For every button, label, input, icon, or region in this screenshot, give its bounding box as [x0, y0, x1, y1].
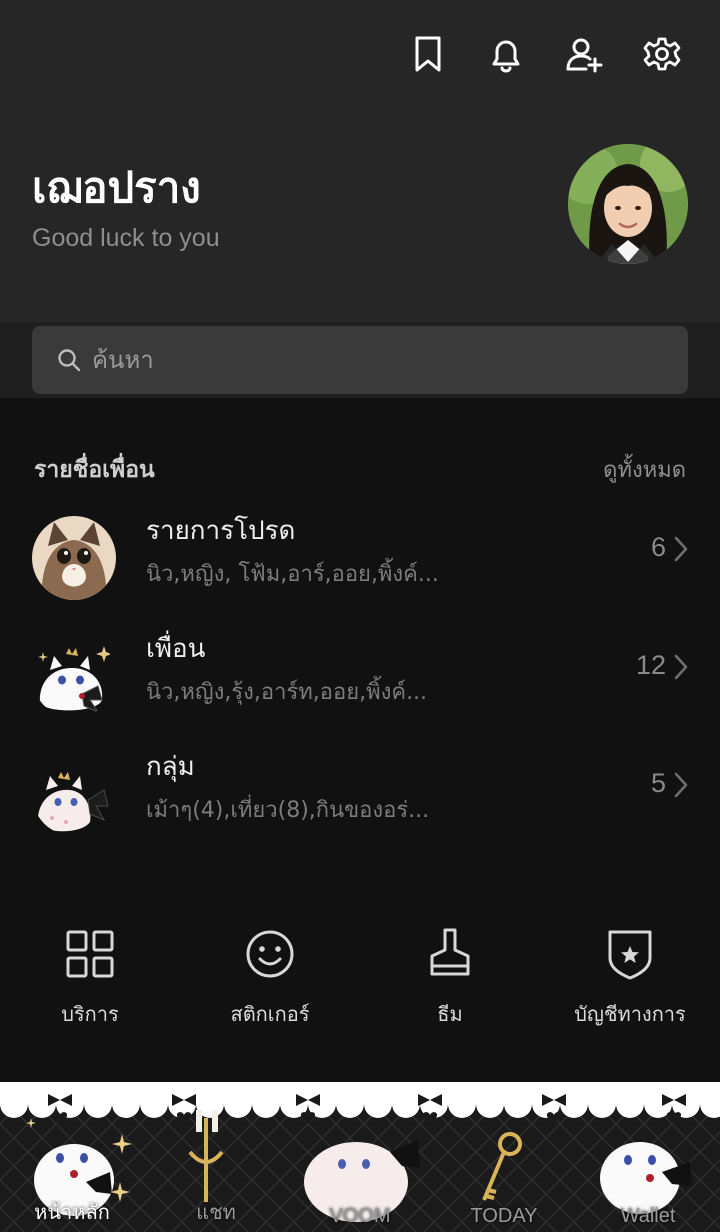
row-title: เพื่อน	[146, 634, 206, 664]
profile-name[interactable]: เฌอปราง	[32, 160, 201, 216]
search-icon	[58, 349, 81, 372]
groups-avatar	[32, 752, 116, 836]
row-count: 6	[650, 532, 666, 562]
row-subtitle: นิว,หญิง, โฟ้ม,อาร์,ออย,พิ้งค์...	[146, 562, 439, 587]
search-box[interactable]	[32, 326, 688, 394]
header-icons	[406, 32, 684, 76]
chevron-right-icon	[674, 536, 688, 562]
smiley-icon	[246, 930, 294, 978]
friends-row-groups[interactable]: กลุ่ม เม้าๆ(4),เที่ยว(8),กินของอร่... 5	[0, 740, 720, 850]
friends-row-favorites[interactable]: รายการโปรด นิว,หญิง, โฟ้ม,อาร์,ออย,พิ้งค…	[0, 504, 720, 614]
search-input[interactable]	[92, 346, 652, 374]
search-bar	[0, 322, 720, 398]
favorites-avatar	[32, 516, 116, 600]
bookmark-icon[interactable]	[406, 32, 450, 76]
profile-header: เฌอปราง Good luck to you	[0, 0, 720, 322]
tab-chats[interactable]: แชท	[146, 1196, 286, 1228]
grid-icon	[66, 930, 114, 978]
tab-voom[interactable]: VOOM	[290, 1205, 430, 1228]
see-all-link[interactable]: ดูทั้งหมด	[603, 452, 686, 487]
bell-icon[interactable]	[484, 32, 528, 76]
shortcut-label: บริการ	[61, 1002, 119, 1026]
row-subtitle: นิว,หญิง,รุ้ง,อาร์ท,ออย,พิ้งค์...	[146, 680, 428, 705]
friends-avatar	[32, 634, 116, 718]
friends-section-title: รายชื่อเพื่อน	[34, 457, 155, 483]
tab-today[interactable]: TODAY	[434, 1205, 574, 1228]
shortcut-stickers[interactable]: สติกเกอร์	[180, 920, 360, 1030]
brush-icon	[430, 928, 470, 976]
row-count: 12	[635, 650, 666, 680]
shortcut-services[interactable]: บริการ	[0, 920, 180, 1030]
row-count: 5	[650, 768, 666, 798]
friends-row-friends[interactable]: เพื่อน นิว,หญิง,รุ้ง,อาร์ท,ออย,พิ้งค์...…	[0, 622, 720, 732]
shortcut-label: บัญชีทางการ	[574, 1002, 686, 1026]
profile-status-message[interactable]: Good luck to you	[32, 224, 220, 253]
profile-avatar[interactable]	[568, 144, 688, 264]
shield-star-icon	[608, 930, 652, 980]
shortcut-official-accounts[interactable]: บัญชีทางการ	[540, 920, 720, 1030]
gear-icon[interactable]	[640, 32, 684, 76]
tab-wallet[interactable]: Wallet	[578, 1205, 718, 1228]
row-subtitle: เม้าๆ(4),เที่ยว(8),กินของอร่...	[146, 798, 430, 823]
add-friend-icon[interactable]	[562, 32, 606, 76]
chevron-right-icon	[674, 772, 688, 798]
shortcut-label: สติกเกอร์	[230, 1002, 310, 1026]
shortcut-label: ธีม	[437, 1002, 463, 1026]
shortcut-themes[interactable]: ธีม	[360, 920, 540, 1030]
row-title: กลุ่ม	[146, 752, 195, 782]
chevron-right-icon	[674, 654, 688, 680]
tab-home[interactable]: หน้าหลัก	[2, 1196, 142, 1228]
bottom-tab-bar: หน้าหลัก แชท VOOM TODAY Wallet	[0, 1082, 720, 1232]
row-title: รายการโปรด	[146, 516, 296, 546]
shortcuts-bar: บริการ สติกเกอร์ ธีม บัญชีทางการ	[0, 920, 720, 1040]
